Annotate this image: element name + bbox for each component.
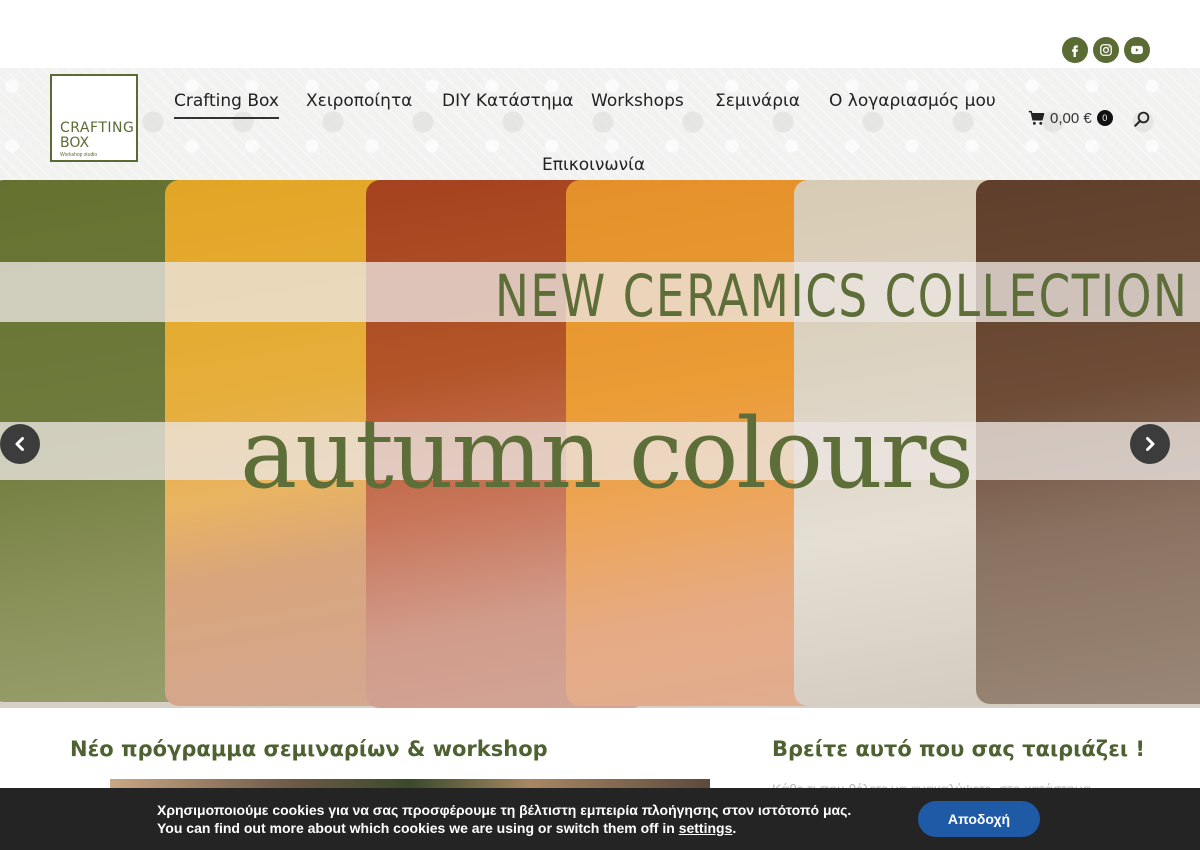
nav-item-diy-shop[interactable]: DIY Κατάστημα	[442, 91, 574, 111]
cart-widget[interactable]: 0,00 € 0	[1028, 109, 1113, 127]
section-heading-new-program: Νέο πρόγραμμα σεμιναρίων & workshop	[70, 737, 548, 761]
chevron-left-icon	[15, 437, 24, 451]
hero-title: NEW CERAMICS COLLECTION	[495, 262, 1189, 330]
cookie-message-line-2: You can find out more about which cookie…	[157, 820, 737, 836]
cart-total: 0,00 €	[1050, 109, 1092, 127]
nav-item-handmade[interactable]: Χειροποίητα	[306, 91, 412, 111]
chevron-right-icon	[1146, 437, 1155, 451]
youtube-icon[interactable]	[1124, 37, 1150, 63]
top-bar	[0, 0, 1200, 68]
hero-subtitle: autumn colours	[240, 398, 974, 510]
facebook-icon[interactable]	[1062, 37, 1088, 63]
logo-line-1: CRAFTING	[60, 120, 135, 136]
section-heading-find-match: Βρείτε αυτό που σας ταιριάζει !	[772, 737, 1145, 761]
nav-item-seminars[interactable]: Σεμινάρια	[715, 91, 800, 111]
cookie-message: Χρησιμοποιούμε cookies για να σας προσφέ…	[157, 801, 851, 837]
site-logo[interactable]: CRAFTING BOX Workshop studio	[50, 74, 138, 162]
cart-icon	[1028, 110, 1045, 125]
nav-item-crafting-box[interactable]: Crafting Box	[174, 91, 279, 119]
cookie-banner: Χρησιμοποιούμε cookies για να σας προσφέ…	[0, 788, 1200, 850]
slider-prev-button[interactable]	[0, 424, 40, 464]
hero-slider: NEW CERAMICS COLLECTION autumn colours	[0, 180, 1200, 708]
site-header: CRAFTING BOX Workshop studio Crafting Bo…	[0, 68, 1200, 180]
cookie-accept-button[interactable]: Αποδοχή	[918, 801, 1040, 837]
cart-count-badge: 0	[1096, 110, 1113, 126]
nav-item-contact[interactable]: Επικοινωνία	[542, 155, 645, 175]
cookie-message-line-1: Χρησιμοποιούμε cookies για να σας προσφέ…	[157, 802, 852, 818]
cookie-message-line-2-text: You can find out more about which cookie…	[157, 820, 675, 836]
instagram-icon[interactable]	[1093, 37, 1119, 63]
logo-tagline: Workshop studio	[60, 152, 98, 158]
nav-item-my-account[interactable]: Ο λογαριασμός μου	[829, 91, 996, 111]
cookie-settings-link[interactable]: settings	[679, 820, 733, 836]
logo-line-2: BOX	[60, 135, 90, 151]
nav-item-workshops[interactable]: Workshops	[591, 91, 684, 111]
slider-next-button[interactable]	[1130, 424, 1170, 464]
search-icon[interactable]	[1133, 110, 1151, 128]
